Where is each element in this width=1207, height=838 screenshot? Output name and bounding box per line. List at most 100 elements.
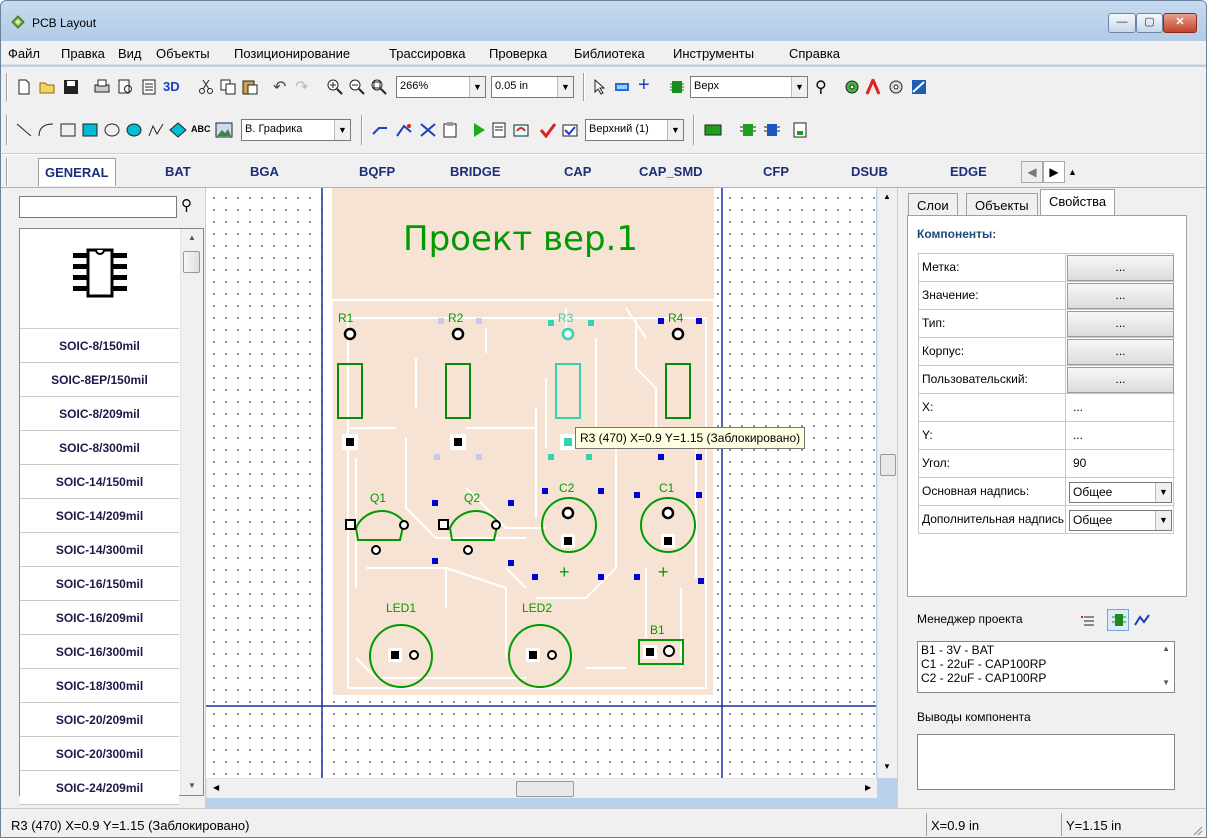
font-style-icon[interactable] [865,79,881,95]
components-view-button[interactable] [1107,609,1129,631]
scroll-up-icon[interactable]: ▲ [188,233,196,242]
tab-cap-smd[interactable]: CAP_SMD [639,164,703,179]
save-icon[interactable] [63,79,79,95]
nets-view-icon[interactable] [1134,613,1150,627]
report-icon[interactable] [491,122,507,138]
tab-menu-arrow-icon[interactable]: ▲ [1068,167,1077,177]
list-item[interactable]: SOIC-20/209mil [20,703,179,737]
open-folder-icon[interactable] [39,79,57,95]
tab-bridge[interactable]: BRIDGE [450,164,501,179]
pcb-drawing[interactable]: Проект вер.1 R1 R2 R3 R4 Q1 Q2 C2 C1 + +… [206,188,876,778]
property-edit-button[interactable]: ... [1067,255,1174,281]
text-tool-icon[interactable]: ABC [191,124,211,134]
tab-layers[interactable]: Слои [908,193,958,217]
maximize-button[interactable]: ▢ [1136,13,1163,33]
list-item[interactable]: SOIC-8EP/150mil [20,363,179,397]
menu-edit[interactable]: Правка [61,46,105,61]
unroute-icon[interactable] [419,122,437,138]
list-item[interactable]: SOIC-8/150mil [20,329,179,363]
library-search-input[interactable] [19,196,177,218]
graphics-layer-combo[interactable]: В. Графика ▼ [241,119,351,141]
main-label-select[interactable]: Общее ▼ [1069,482,1172,503]
tab-general[interactable]: GENERAL [38,158,116,186]
list-item[interactable]: C1 - 22uF - CAP100RP [921,657,1046,671]
trace-tool-icon[interactable] [371,122,389,138]
component-place-icon[interactable] [613,79,631,95]
scroll-up-icon[interactable]: ▲ [1162,644,1170,653]
scroll-thumb[interactable] [183,251,200,273]
zoom-out-icon[interactable] [349,79,365,95]
list-item[interactable]: SOIC-14/150mil [20,465,179,499]
list-item[interactable]: SOIC-18/300mil [20,669,179,703]
active-layer-combo[interactable]: Верхний (1) ▼ [585,119,684,141]
menu-placement[interactable]: Позиционирование [234,46,350,61]
arc-tool-icon[interactable] [37,122,55,138]
tab-dsub[interactable]: DSUB [851,164,888,179]
tab-objects[interactable]: Объекты [966,193,1038,217]
chip-blue-icon[interactable] [763,122,781,138]
list-item[interactable]: SOIC-16/209mil [20,601,179,635]
list-item[interactable]: SOIC-24/209mil [20,771,179,805]
list-item[interactable]: SOIC-16/150mil [20,567,179,601]
scroll-down-icon[interactable]: ▼ [188,781,196,790]
canvas-vertical-scrollbar[interactable]: ▲ ▼ [877,188,897,778]
list-item[interactable]: B1 - 3V - BAT [921,643,994,657]
list-item[interactable]: C2 - 22uF - CAP100RP [921,671,1046,685]
route-tool-icon[interactable] [395,122,413,138]
scroll-down-icon[interactable]: ▼ [1162,678,1170,687]
list-view-icon[interactable] [1081,614,1095,628]
list-item[interactable]: SOIC-8/300mil [20,431,179,465]
list-item[interactable]: SOIC-8/209mil [20,397,179,431]
property-edit-button[interactable]: ... [1067,339,1174,365]
canvas-horizontal-scrollbar[interactable]: ◀ ▶ [206,778,877,798]
zoom-in-icon[interactable] [327,79,343,95]
scroll-up-icon[interactable]: ▲ [883,192,891,201]
print-preview-icon[interactable] [117,79,135,95]
ellipse-tool-icon[interactable] [103,122,121,138]
menu-tools[interactable]: Инструменты [673,46,754,61]
extra-label-select[interactable]: Общее ▼ [1069,510,1172,531]
menu-verify[interactable]: Проверка [489,46,547,61]
tab-edge[interactable]: EDGE [950,164,987,179]
filled-rectangle-tool-icon[interactable] [81,122,99,138]
zoom-fit-icon[interactable] [371,79,387,95]
grid-combo[interactable]: 0.05 in ▼ [491,76,574,98]
pad-icon[interactable] [844,79,860,95]
rectangle-tool-icon[interactable] [59,122,77,138]
close-button[interactable]: ✕ [1163,13,1197,33]
list-item[interactable]: SOIC-16/300mil [20,635,179,669]
polyline-tool-icon[interactable] [147,122,165,138]
print-icon[interactable] [93,79,111,95]
filled-ellipse-tool-icon[interactable] [125,122,143,138]
copy-icon[interactable] [220,79,236,95]
properties-doc-icon[interactable] [792,122,808,138]
tab-scroll-right-button[interactable]: ▶ [1043,161,1065,183]
menu-help[interactable]: Справка [789,46,840,61]
scroll-thumb[interactable] [880,454,896,476]
resize-grip-icon[interactable] [1191,824,1203,836]
tab-bqfp[interactable]: BQFP [359,164,395,179]
property-value-y[interactable]: ... [1067,422,1175,450]
list-item[interactable]: SOIC-20/300mil [20,737,179,771]
redo-icon[interactable]: ↷ [295,77,308,97]
drc-check-icon[interactable] [539,122,557,138]
refresh-icon[interactable] [513,122,529,138]
menu-view[interactable]: Вид [118,46,142,61]
board-route-icon[interactable] [911,79,927,95]
pcb-canvas[interactable]: Проект вер.1 R1 R2 R3 R4 Q1 Q2 C2 C1 + +… [206,188,876,778]
line-tool-icon[interactable] [15,122,33,138]
minimize-button[interactable]: — [1108,13,1136,33]
3d-view-icon[interactable]: 3D [163,79,180,94]
tab-properties[interactable]: Свойства [1040,189,1116,218]
scroll-down-icon[interactable]: ▼ [883,762,891,771]
tab-cfp[interactable]: CFP [763,164,789,179]
binoculars-icon[interactable]: ⚲ [181,196,192,214]
chip-green-icon[interactable] [739,122,757,138]
package-list-scrollbar[interactable]: ▲ ▼ [180,229,203,795]
property-edit-button[interactable]: ... [1067,367,1174,393]
crosshair-icon[interactable]: + [638,74,650,97]
property-value-x[interactable]: ... [1067,394,1175,422]
board-icon[interactable] [704,122,722,138]
select-arrow-icon[interactable] [593,79,607,95]
scroll-right-icon[interactable]: ▶ [865,783,871,792]
